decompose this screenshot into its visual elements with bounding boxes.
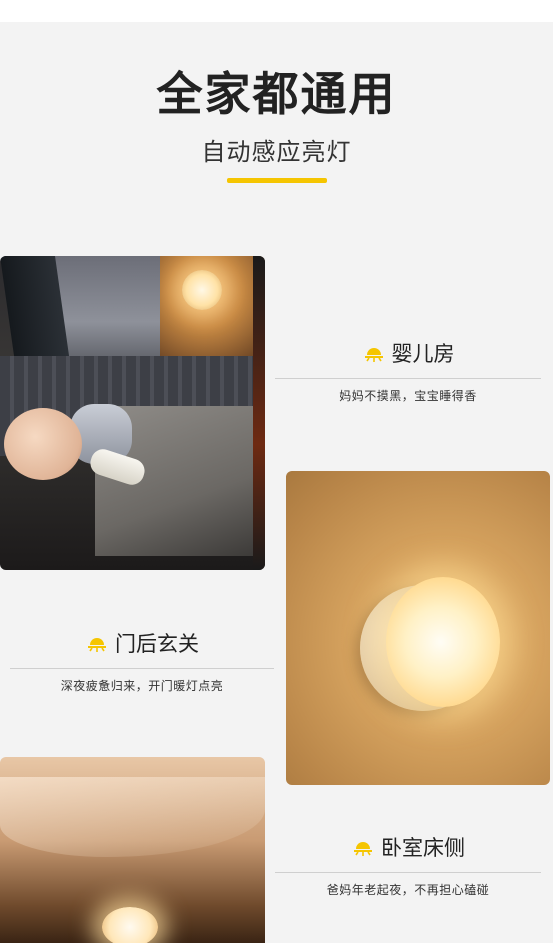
lamp-light — [386, 577, 500, 707]
section-desc: 深夜疲惫归来，开门暖灯点亮 — [60, 679, 224, 693]
page-title: 全家都通用 — [156, 67, 397, 121]
lamp-glow-icon — [354, 842, 372, 856]
section-title: 婴儿房 — [391, 342, 455, 366]
section-nursery: 婴儿房 妈妈不摸黑，宝宝睡得香 — [275, 338, 541, 404]
divider — [10, 668, 274, 669]
divider — [275, 378, 541, 379]
section-bedroom: 卧室床侧 爸妈年老起夜，不再担心磕碰 — [275, 832, 541, 898]
wall-lamp-photo — [286, 471, 550, 785]
section-desc: 爸妈年老起夜，不再担心磕碰 — [326, 883, 490, 897]
title-underline — [227, 178, 327, 183]
page-subtitle: 自动感应亮灯 — [201, 138, 352, 166]
section-title: 卧室床侧 — [381, 836, 465, 860]
section-desc: 妈妈不摸黑，宝宝睡得香 — [339, 389, 477, 403]
divider — [275, 872, 541, 873]
section-title: 门后玄关 — [115, 632, 199, 656]
top-band — [0, 0, 553, 22]
nursery-photo — [0, 256, 265, 570]
lamp-glow-icon — [88, 638, 106, 652]
bedroom-photo — [0, 757, 265, 943]
lamp-glow-icon — [364, 348, 383, 362]
night-light — [182, 270, 222, 310]
section-entrance: 门后玄关 深夜疲惫归来，开门暖灯点亮 — [10, 628, 274, 694]
bedside-light — [102, 907, 158, 943]
